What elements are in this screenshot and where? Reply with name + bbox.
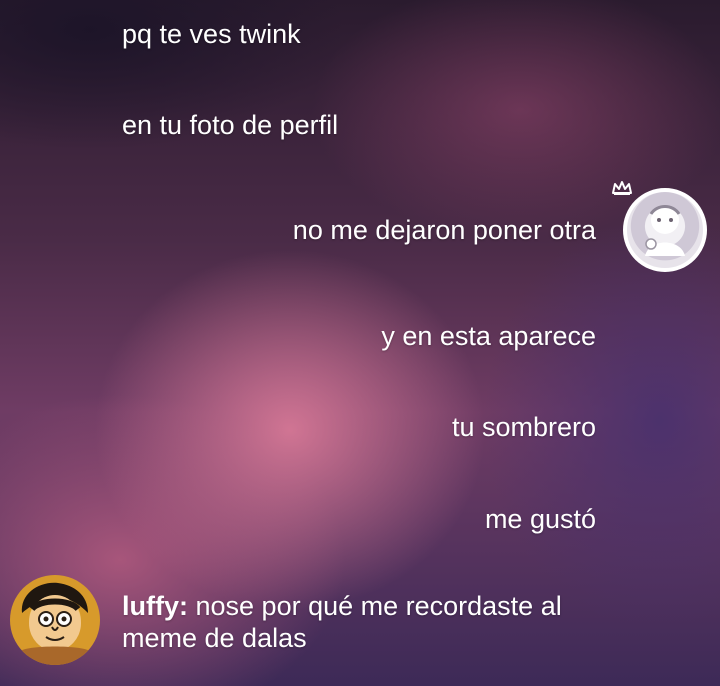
message-with-sender: luffy: nose por qué me recordaste al mem… [122,590,642,654]
crown-icon [612,181,632,195]
message-text: no me dejaron poner otra [292,215,596,245]
profile-avatar[interactable] [623,188,707,272]
message-text: en tu foto de perfil [122,110,339,140]
chat-thread: pq te ves twink en tu foto de perfil no … [0,0,720,686]
message-sender: luffy: [122,591,188,621]
message-text: tu sombrero [451,412,596,442]
luffy-avatar[interactable] [10,575,100,665]
message-text: me gustó [484,504,596,534]
message-text: nose por qué me recordaste al meme de da… [122,591,562,653]
profile-avatar-illustration [645,205,685,256]
message-text: y en esta aparece [381,321,596,351]
luffy-avatar-illustration [20,582,90,665]
message-text: pq te ves twink [122,19,301,49]
